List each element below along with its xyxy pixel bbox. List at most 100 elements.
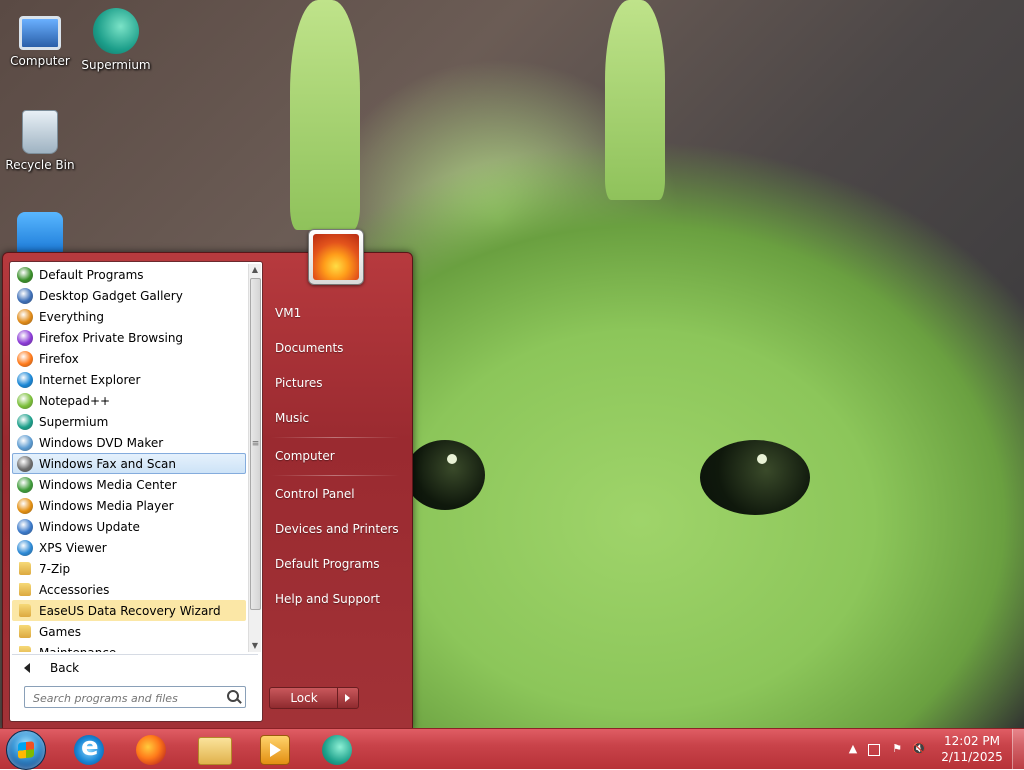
program-item-default-programs[interactable]: Default Programs (12, 264, 246, 285)
firefox-icon[interactable] (136, 735, 166, 765)
programs-scrollbar[interactable]: ▲ ▼ (248, 264, 261, 652)
desktop-icon-supermium[interactable]: Supermium (78, 8, 154, 72)
internet-explorer-icon[interactable] (74, 732, 104, 765)
program-item-maintenance[interactable]: Maintenance (12, 642, 246, 652)
show-desktop-button[interactable] (1012, 729, 1024, 769)
scroll-down-arrow-icon[interactable]: ▼ (249, 640, 261, 652)
program-item-desktop-gadget-gallery[interactable]: Desktop Gadget Gallery (12, 285, 246, 306)
program-item-notepad[interactable]: Notepad++ (12, 390, 246, 411)
network-icon[interactable] (868, 744, 880, 756)
start-button-windows-icon[interactable] (6, 730, 46, 770)
right-link-documents[interactable]: Documents (271, 336, 407, 360)
search-icon[interactable] (227, 690, 239, 702)
lock-button[interactable]: Lock (269, 687, 339, 709)
scroll-up-arrow-icon[interactable]: ▲ (249, 264, 261, 276)
back-arrow-icon (24, 663, 30, 673)
scroll-thumb[interactable] (250, 278, 261, 610)
xps-viewer-icon (17, 539, 33, 556)
program-label: Windows Media Center (39, 477, 177, 492)
program-label: XPS Viewer (39, 540, 107, 555)
folder-icon (19, 646, 31, 652)
supermium-icon (93, 8, 139, 54)
desktop-icon-label: Computer (10, 54, 70, 68)
right-link-computer[interactable]: Computer (271, 444, 407, 468)
wallpaper-eye-left (405, 440, 485, 510)
program-item-windows-media-center[interactable]: Windows Media Center (12, 474, 246, 495)
desktop-icon-computer[interactable]: Computer (2, 8, 78, 68)
program-label: Supermium (39, 414, 109, 429)
right-link-pictures[interactable]: Pictures (271, 371, 407, 395)
program-item-windows-dvd-maker[interactable]: Windows DVD Maker (12, 432, 246, 453)
desktop-icon-label: Recycle Bin (5, 158, 75, 172)
program-item-supermium[interactable]: Supermium (12, 411, 246, 432)
shutdown-options-arrow-icon[interactable] (337, 687, 359, 709)
gadget-gallery-icon (17, 287, 33, 304)
program-label: Windows Fax and Scan (39, 456, 177, 471)
program-label: Windows Update (39, 519, 140, 534)
firefox-private-icon (17, 329, 33, 346)
program-item-games[interactable]: Games (12, 621, 246, 642)
program-item-7-zip[interactable]: 7-Zip (12, 558, 246, 579)
show-hidden-icons-arrow-icon[interactable]: ▲ (846, 742, 860, 756)
desktop-icon-label: Supermium (81, 58, 151, 72)
action-center-flag-icon[interactable]: ⚑ (890, 742, 904, 756)
program-label: 7-Zip (39, 561, 71, 576)
program-item-firefox-private-browsing[interactable]: Firefox Private Browsing (12, 327, 246, 348)
program-item-everything[interactable]: Everything (12, 306, 246, 327)
taskbar: ▲ ⚑ 🔇 12:02 PM 2/11/2025 (0, 728, 1024, 770)
clock[interactable]: 12:02 PM 2/11/2025 (940, 733, 1004, 765)
media-player-icon[interactable] (260, 735, 290, 765)
right-link-help-support[interactable]: Help and Support (271, 587, 407, 611)
program-label: Internet Explorer (39, 372, 141, 387)
clock-date: 2/11/2025 (941, 750, 1003, 764)
program-label: Accessories (39, 582, 110, 597)
wallpaper-ear-right (605, 0, 665, 200)
start-menu-programs-pane: Default Programs Desktop Gadget Gallery Ev… (9, 261, 263, 722)
windows-explorer-folder-icon[interactable] (198, 737, 232, 765)
program-label: Desktop Gadget Gallery (39, 288, 183, 303)
right-link-devices-printers[interactable]: Devices and Printers (271, 517, 407, 541)
notepadpp-icon (17, 392, 33, 409)
program-item-windows-media-player[interactable]: Windows Media Player (12, 495, 246, 516)
user-account-picture[interactable] (308, 229, 364, 285)
media-center-icon (17, 476, 33, 493)
program-item-windows-fax-and-scan[interactable]: Windows Fax and Scan (12, 453, 246, 474)
default-programs-icon (17, 266, 33, 283)
program-item-internet-explorer[interactable]: Internet Explorer (12, 369, 246, 390)
back-label: Back (50, 661, 80, 675)
search-input[interactable] (31, 689, 221, 707)
right-link-default-programs[interactable]: Default Programs (271, 552, 407, 576)
desktop-icon-recycle-bin[interactable]: Recycle Bin (2, 110, 78, 172)
everything-search-icon (17, 308, 33, 325)
volume-muted-icon[interactable]: 🔇 (912, 742, 926, 756)
right-separator (271, 437, 399, 438)
windows-update-icon (17, 518, 33, 535)
right-link-music[interactable]: Music (271, 406, 407, 430)
folder-icon (19, 562, 31, 575)
program-item-windows-update[interactable]: Windows Update (12, 516, 246, 537)
ie-icon (17, 371, 33, 388)
back-button[interactable]: Back (16, 658, 246, 678)
start-search-box[interactable] (24, 686, 246, 708)
program-item-firefox[interactable]: Firefox (12, 348, 246, 369)
program-label: Games (39, 624, 81, 639)
right-link-vm1[interactable]: VM1 (271, 301, 407, 325)
supermium-icon[interactable] (322, 735, 352, 765)
supermium-icon (17, 413, 33, 430)
fax-scan-icon (17, 455, 33, 472)
media-player-icon (17, 497, 33, 514)
dvd-maker-icon (17, 434, 33, 451)
program-item-easeus-data-recovery-wizard[interactable]: EaseUS Data Recovery Wizard (12, 600, 246, 621)
program-label: Windows Media Player (39, 498, 174, 513)
right-separator (271, 475, 399, 476)
right-link-control-panel[interactable]: Control Panel (271, 482, 407, 506)
program-item-accessories[interactable]: Accessories (12, 579, 246, 600)
flower-avatar-icon (313, 234, 359, 280)
folder-icon (19, 625, 31, 638)
program-item-xps-viewer[interactable]: XPS Viewer (12, 537, 246, 558)
program-label: Default Programs (39, 267, 144, 282)
start-menu: Default Programs Desktop Gadget Gallery Ev… (2, 229, 413, 730)
computer-icon (19, 16, 61, 50)
program-label: Notepad++ (39, 393, 111, 408)
wallpaper-eye-right (700, 440, 810, 515)
